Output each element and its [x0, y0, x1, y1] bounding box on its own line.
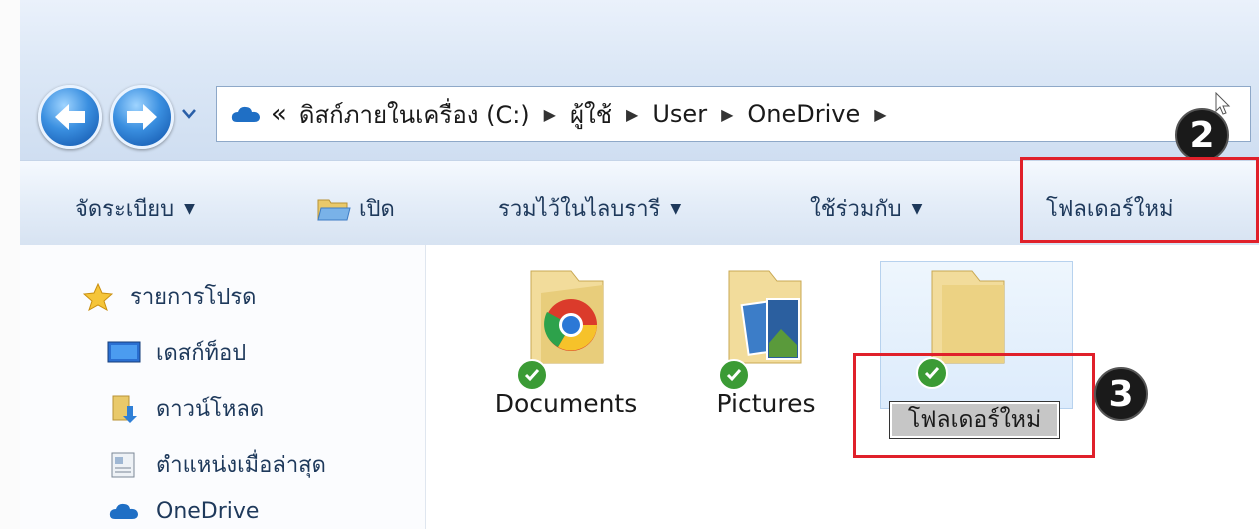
file-item-pictures[interactable]: Pictures — [686, 263, 846, 443]
nav-item-label: ตำแหน่งเมื่อล่าสุด — [156, 453, 326, 478]
nav-item-onedrive[interactable]: OneDrive — [106, 497, 259, 525]
open-button[interactable]: เปิด — [317, 191, 395, 226]
share-with-label: ใช้ร่วมกับ — [810, 197, 902, 222]
downloads-icon — [106, 395, 142, 423]
file-item-documents[interactable]: Documents — [476, 263, 656, 443]
explorer-window: « ดิสก์ภายในเครื่อง (C:) ▶ ผู้ใช้ ▶ User… — [20, 0, 1259, 529]
nav-item-recent-places[interactable]: ตำแหน่งเมื่อล่าสุด — [106, 447, 326, 482]
include-in-library-label: รวมไว้ในไลบรารี — [498, 197, 661, 222]
file-list: Documents Pictures โฟลเดอร์ใหม่ 3 — [426, 245, 1259, 529]
nav-item-downloads[interactable]: ดาวน์โหลด — [106, 391, 264, 426]
nav-item-label: OneDrive — [156, 498, 260, 524]
recent-places-icon — [106, 451, 142, 479]
share-with-menu[interactable]: ใช้ร่วมกับ ▼ — [810, 191, 922, 226]
organize-label: จัดระเบียบ — [75, 197, 175, 222]
pictures-folder-icon — [728, 270, 802, 364]
step-3-badge: 3 — [1094, 367, 1148, 421]
nav-item-desktop[interactable]: เดสก์ท็อป — [106, 335, 246, 370]
step-2-badge: 2 — [1175, 108, 1229, 162]
include-in-library-menu[interactable]: รวมไว้ในไลบรารี ▼ — [498, 191, 681, 226]
navigation-bar: « ดิสก์ภายในเครื่อง (C:) ▶ ผู้ใช้ ▶ User… — [20, 0, 1259, 160]
nav-item-label: เดสก์ท็อป — [156, 341, 247, 366]
file-name: Documents — [494, 389, 638, 418]
chevron-down-icon — [182, 109, 196, 119]
sync-check-icon — [718, 359, 750, 391]
onedrive-cloud-icon — [231, 106, 260, 122]
address-bar[interactable]: « ดิสก์ภายในเครื่อง (C:) ▶ ผู้ใช้ ▶ User… — [216, 86, 1251, 142]
folder-open-icon — [317, 199, 351, 220]
dropdown-arrow-icon: ▼ — [670, 200, 682, 217]
onedrive-cloud-icon — [106, 497, 142, 525]
back-button[interactable] — [38, 85, 102, 149]
forward-button[interactable] — [110, 85, 174, 149]
file-name: Pictures — [716, 389, 816, 418]
nav-item-label: รายการโปรด — [130, 285, 257, 310]
favorites-star-icon — [80, 282, 116, 311]
nav-item-label: ดาวน์โหลด — [156, 397, 265, 422]
desktop-icon — [106, 339, 142, 367]
breadcrumb-local-disk[interactable]: ดิสก์ภายในเครื่อง (C:) — [299, 95, 530, 134]
nav-item-favorites[interactable]: รายการโปรด — [80, 279, 256, 314]
breadcrumb-separator-icon[interactable]: ▶ — [544, 105, 556, 124]
breadcrumb-separator-icon[interactable]: ▶ — [721, 105, 733, 124]
breadcrumb-user[interactable]: User — [652, 100, 707, 128]
arrow-left-icon — [55, 104, 85, 130]
dropdown-arrow-icon: ▼ — [911, 200, 923, 217]
recent-pages-dropdown[interactable] — [182, 107, 196, 121]
organize-menu[interactable]: จัดระเบียบ ▼ — [75, 191, 195, 226]
breadcrumb-separator-icon[interactable]: ▶ — [874, 105, 886, 124]
breadcrumb-separator-icon[interactable]: ▶ — [626, 105, 638, 124]
new-folder-highlight — [1020, 157, 1259, 243]
chrome-folder-icon — [530, 270, 604, 364]
sync-check-icon — [516, 359, 548, 391]
arrow-right-icon — [127, 104, 157, 130]
breadcrumb-users[interactable]: ผู้ใช้ — [570, 95, 612, 134]
rename-highlight — [853, 353, 1095, 458]
navigation-pane: รายการโปรด เดสก์ท็อป ดาวน์โหลด ตำแหน่งเม… — [20, 245, 426, 529]
dropdown-arrow-icon: ▼ — [184, 200, 195, 217]
window-left-edge — [0, 0, 20, 529]
open-label: เปิด — [359, 197, 395, 222]
breadcrumb-onedrive[interactable]: OneDrive — [747, 100, 860, 128]
address-overflow-chevron[interactable]: « — [271, 99, 287, 129]
